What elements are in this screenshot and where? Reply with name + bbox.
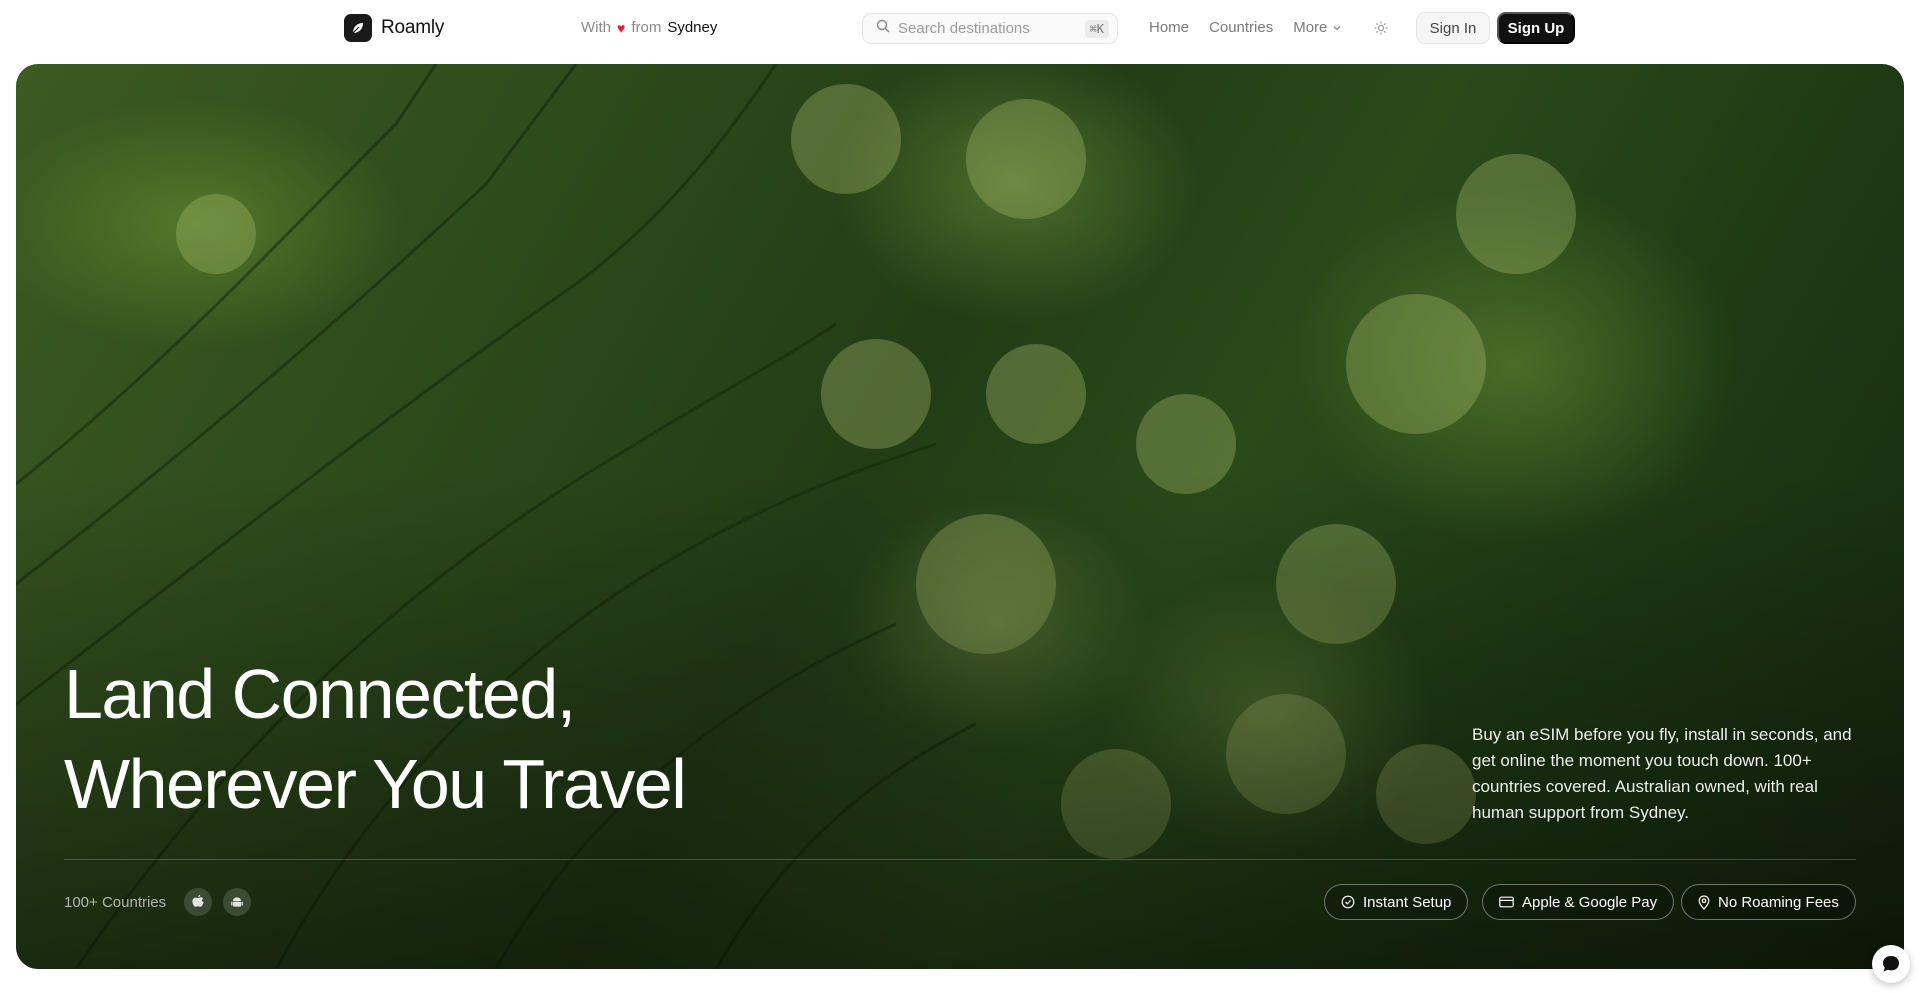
hero-divider [64,859,1856,860]
feature-badge-payments: Apple & Google Pay [1482,884,1675,920]
feature-badge-no-roaming: No Roaming Fees [1681,884,1856,920]
tagline-middle: from [631,19,662,36]
brand-logo[interactable]: Roamly [344,14,444,42]
countries-count: 100+ Countries [64,894,167,911]
feature-label: Apple & Google Pay [1522,893,1658,911]
credit-card-icon [1499,896,1514,908]
hero-headline-line1: Land Connected, [64,655,576,733]
brand-name: Roamly [381,17,445,38]
nav-home[interactable]: Home [1149,19,1189,36]
hero-headline-line2: Wherever You Travel [64,745,687,823]
nav-more-label: More [1293,19,1328,36]
feature-label: Instant Setup [1363,893,1452,911]
tagline-prefix: With [581,19,611,36]
tagline-city: Sydney [667,19,718,36]
hero-headline: Land Connected, Wherever You Travel [64,649,687,829]
android-icon [231,897,243,907]
nav-more[interactable]: More [1293,19,1342,36]
search-shortcut: ⌘K [1084,19,1109,38]
chat-button[interactable] [1872,945,1910,983]
check-circle-icon [1341,895,1355,909]
theme-toggle-button[interactable] [1371,18,1391,38]
hero-description: Buy an eSIM before you fly, install in s… [1472,725,1852,822]
sign-in-button[interactable]: Sign In [1416,12,1490,44]
hero-section: Land Connected, Wherever You Travel Buy … [16,64,1904,969]
feature-badge-instant-setup: Instant Setup [1324,884,1469,920]
android-platform-badge[interactable] [223,888,251,916]
sun-icon [1374,21,1388,35]
apple-platform-badge[interactable] [184,888,212,916]
tagline: With ♥ from Sydney [581,19,717,36]
map-pin-icon [1698,894,1710,910]
search-input[interactable]: Search destinations ⌘K [862,13,1118,44]
hero-gradient-overlay [16,64,1904,969]
chevron-down-icon [1333,25,1341,30]
heart-icon: ♥ [617,19,626,36]
leaf-logo-icon [344,14,372,42]
search-placeholder: Search destinations [898,20,1030,37]
apple-icon [192,894,204,907]
nav-countries[interactable]: Countries [1209,19,1273,36]
site-header: Roamly With ♥ from Sydney Search destina… [0,0,1920,56]
sign-up-button[interactable]: Sign Up [1497,12,1575,44]
chat-bubble-icon [1883,956,1899,972]
search-icon [876,19,890,38]
main-nav: Home Countries More [1149,19,1342,36]
feature-label: No Roaming Fees [1718,893,1839,911]
